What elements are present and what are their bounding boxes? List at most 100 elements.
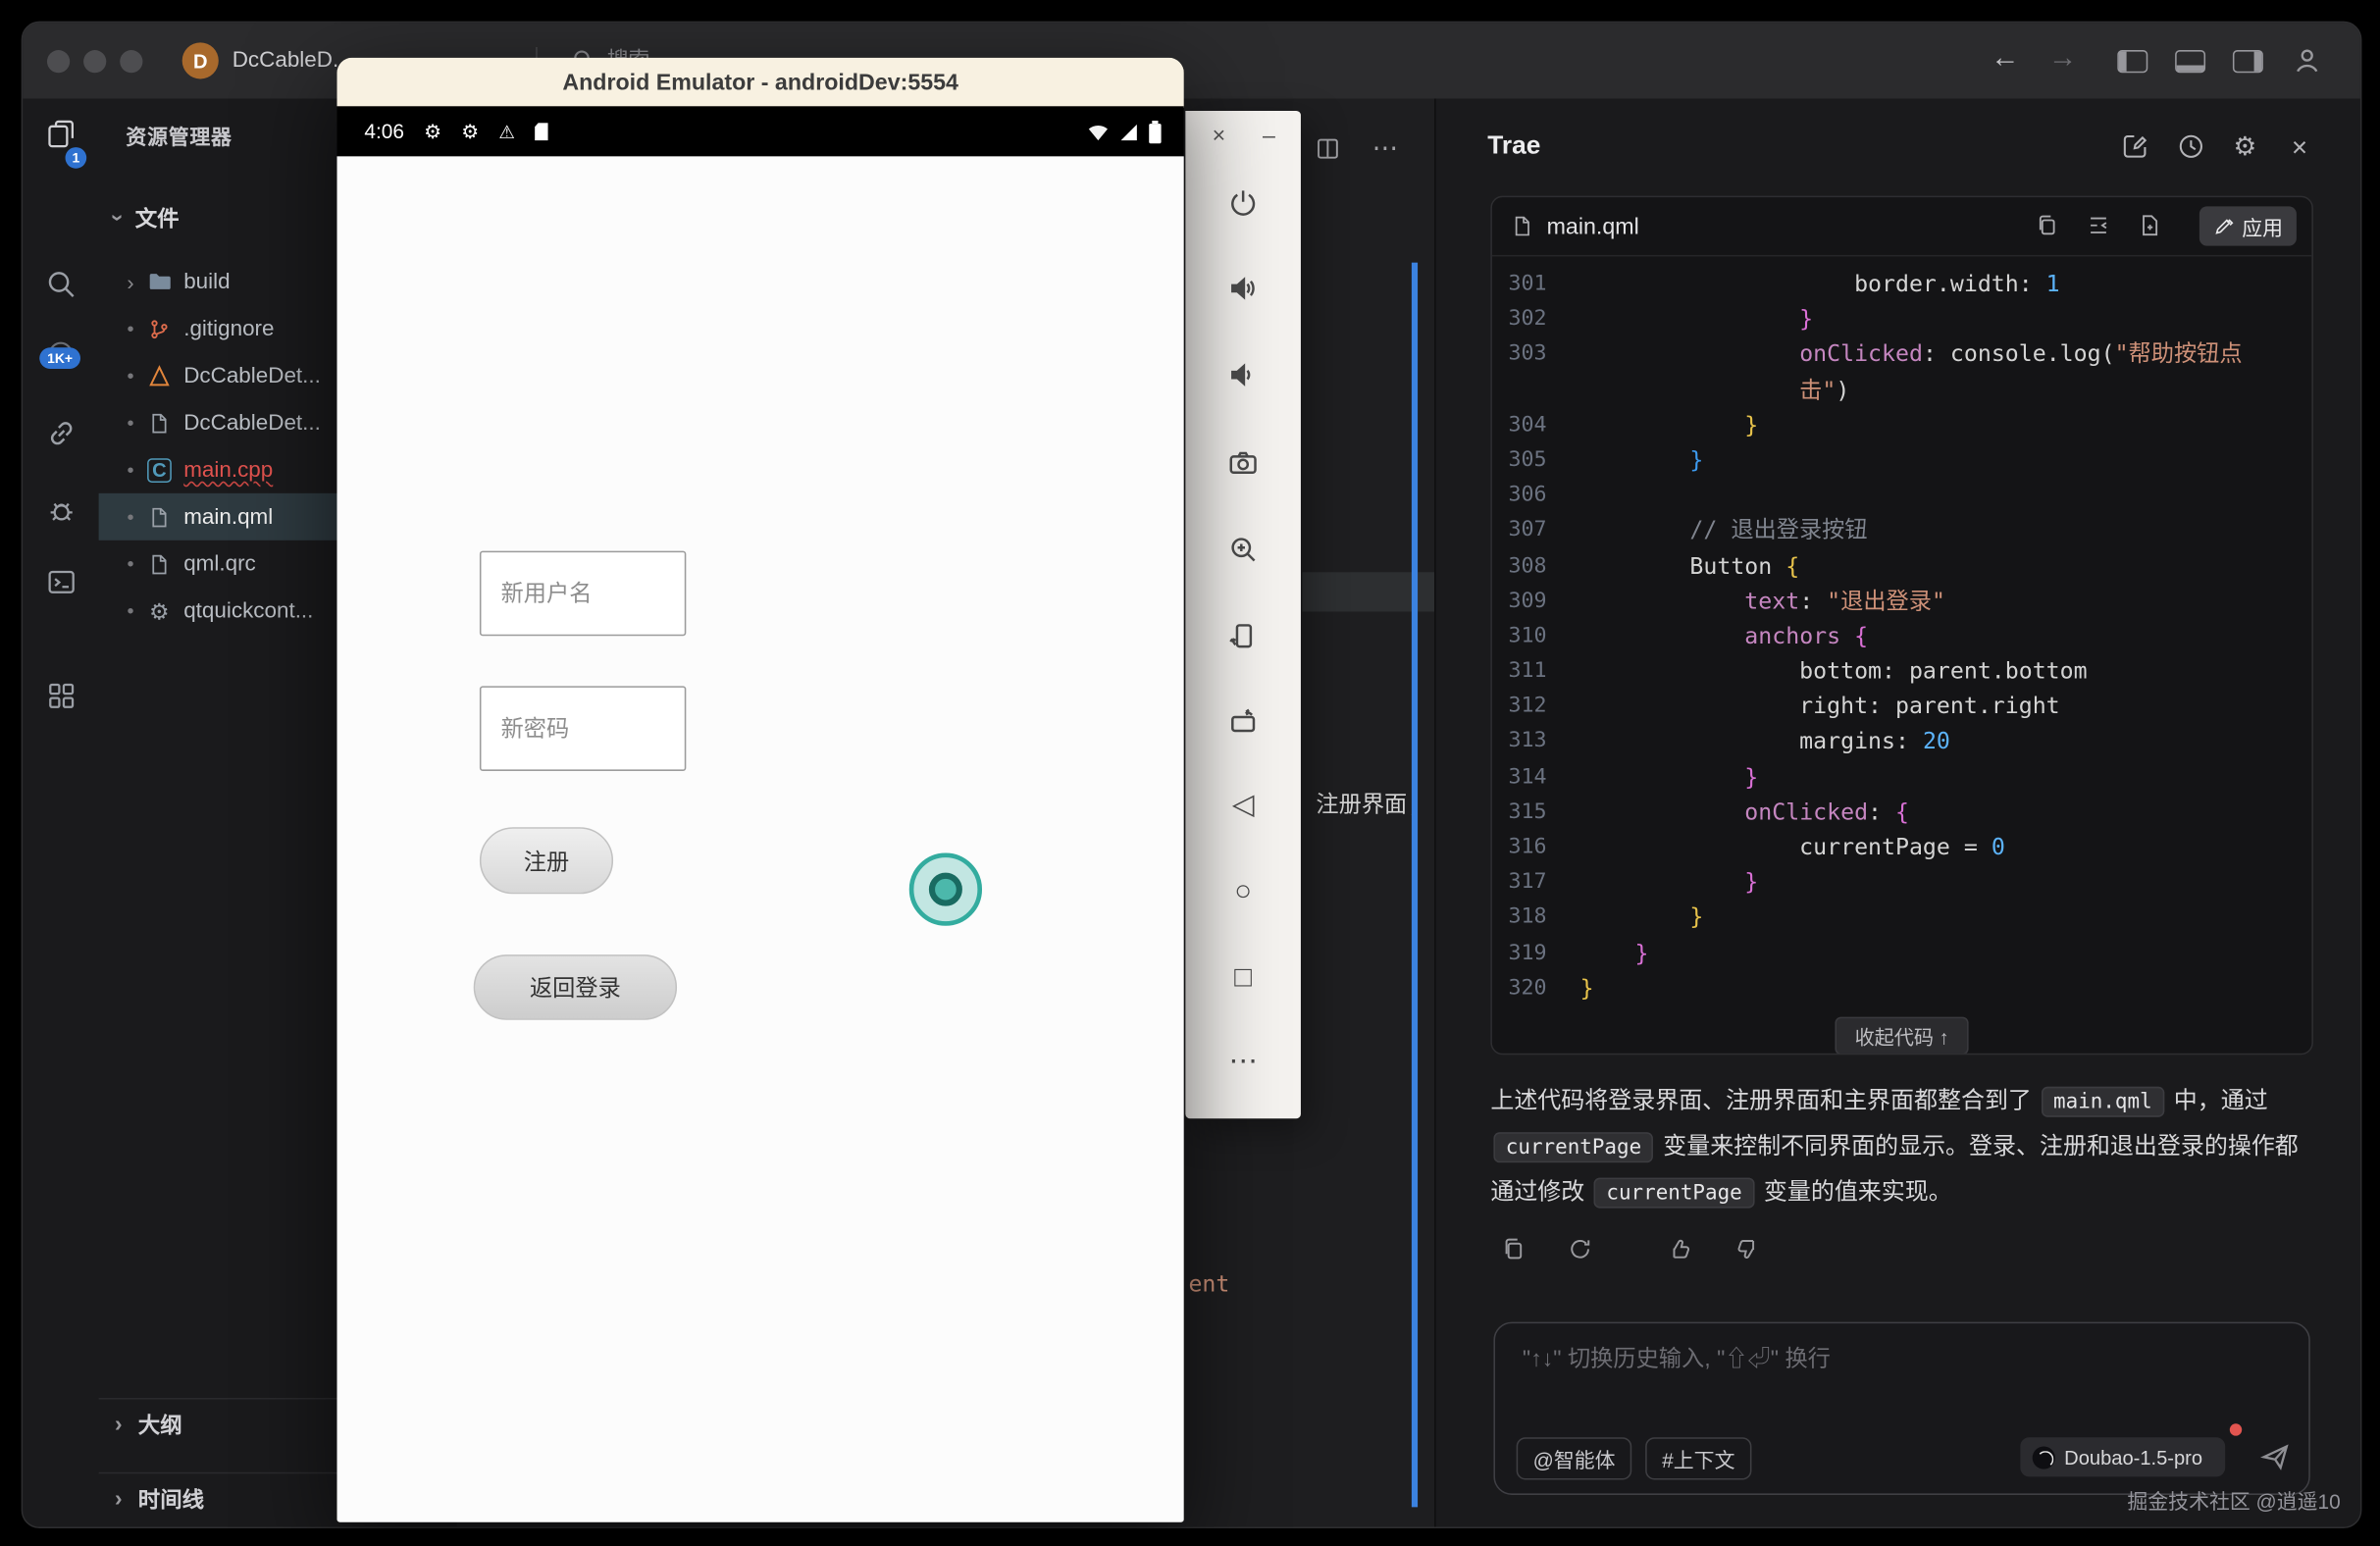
code-line: 311 bottom: parent.bottom bbox=[1492, 654, 2311, 690]
home-button[interactable]: ○ bbox=[1185, 876, 1301, 909]
extensions-activity-button[interactable] bbox=[23, 680, 98, 711]
search-activity-button[interactable] bbox=[23, 269, 98, 300]
new-password-input[interactable] bbox=[480, 686, 686, 771]
qml-file-icon bbox=[144, 503, 175, 531]
rotate-right-button[interactable] bbox=[1185, 705, 1301, 739]
inline-code-chip: main.qml bbox=[2042, 1087, 2164, 1117]
explanation-text: 中，通过 bbox=[2167, 1088, 2268, 1113]
settings-button[interactable]: ⚙ bbox=[2227, 132, 2263, 163]
volume-down-button[interactable] bbox=[1185, 358, 1301, 391]
window-minimize-button[interactable] bbox=[83, 50, 106, 73]
send-icon[interactable] bbox=[2260, 1442, 2291, 1472]
explanation-text: 上述代码将登录界面、注册界面和主界面都整合到了 bbox=[1490, 1088, 2038, 1113]
account-icon[interactable] bbox=[2292, 45, 2322, 76]
power-button[interactable] bbox=[1185, 186, 1301, 220]
code-line: 304 } bbox=[1492, 408, 2311, 443]
code-line: 318 } bbox=[1492, 901, 2311, 936]
copy-message-icon[interactable] bbox=[1500, 1235, 1527, 1263]
file-label: main.qml bbox=[183, 504, 273, 529]
editor-code-fragment: ent bbox=[1188, 1270, 1229, 1298]
context-chip[interactable]: #上下文 bbox=[1645, 1437, 1751, 1479]
editor-more-icon[interactable]: ⋯ bbox=[1372, 135, 1398, 163]
chat-input[interactable] bbox=[1520, 1323, 2254, 1393]
file-label: main.cpp bbox=[183, 457, 273, 482]
file-label: DcCableDet... bbox=[183, 364, 321, 388]
warning-status-icon: ⚠ bbox=[498, 121, 515, 142]
nav-back-button[interactable]: ← bbox=[1986, 23, 2025, 98]
assistant-explanation: 上述代码将登录界面、注册界面和主界面都整合到了 main.qml 中，通过 cu… bbox=[1490, 1079, 2313, 1215]
file-label: qtquickcont... bbox=[183, 598, 313, 623]
volume-up-button[interactable] bbox=[1185, 272, 1301, 305]
ai-activity-button[interactable]: 1K+ bbox=[23, 338, 98, 369]
explorer-badge: 1 bbox=[66, 147, 87, 169]
new-chat-button[interactable] bbox=[2116, 132, 2152, 161]
chevron-right-icon: › bbox=[117, 270, 144, 294]
close-panel-button[interactable]: × bbox=[2281, 132, 2317, 164]
overview-button[interactable]: □ bbox=[1185, 962, 1301, 996]
apply-code-button[interactable]: 应用 bbox=[2199, 206, 2297, 245]
emulator-minimize-button[interactable]: – bbox=[1251, 123, 1287, 148]
code-lines: 301 border.width: 1302 }303 onClicked: c… bbox=[1492, 267, 2311, 1005]
modified-dot-icon: • bbox=[117, 411, 144, 434]
new-username-input[interactable] bbox=[480, 551, 686, 637]
screenshot-button[interactable] bbox=[1185, 446, 1301, 480]
editor-actions: ⋯ bbox=[1315, 135, 1398, 163]
toggle-right-panel-icon[interactable] bbox=[2233, 50, 2263, 73]
code-line: 306 bbox=[1492, 479, 2311, 514]
code-line: 303 onClicked: console.log("帮助按钮点 bbox=[1492, 337, 2311, 373]
thumbs-up-icon[interactable] bbox=[1667, 1235, 1694, 1263]
model-selector[interactable]: Doubao-1.5-pro bbox=[2020, 1437, 2225, 1476]
nav-forward-button[interactable]: → bbox=[2044, 23, 2083, 98]
editor-scrollbar[interactable] bbox=[1412, 263, 1418, 1508]
touch-pointer-indicator bbox=[909, 853, 982, 926]
search-icon bbox=[45, 269, 77, 300]
app-logo: D bbox=[182, 42, 219, 78]
collapse-code-button[interactable]: 收起代码 ↑ bbox=[1835, 1017, 1968, 1056]
file-file-icon bbox=[144, 409, 175, 437]
copy-code-icon[interactable] bbox=[2034, 213, 2059, 238]
explorer-activity-button[interactable]: 1 bbox=[23, 119, 98, 150]
history-icon bbox=[2176, 132, 2204, 161]
toggle-left-panel-icon[interactable] bbox=[2117, 50, 2147, 73]
rotate-landscape-icon bbox=[1226, 705, 1260, 739]
chevron-down-icon: › bbox=[99, 204, 135, 230]
more-options-button[interactable]: ⋯ bbox=[1185, 1046, 1301, 1079]
new-file-icon[interactable] bbox=[2137, 213, 2162, 238]
back-to-login-button[interactable]: 返回登录 bbox=[474, 954, 677, 1020]
chevron-right-icon: › bbox=[99, 1411, 138, 1436]
toggle-bottom-panel-icon[interactable] bbox=[2175, 50, 2205, 73]
emulator-close-button[interactable]: × bbox=[1201, 123, 1237, 148]
code-line: 310 anchors { bbox=[1492, 619, 2311, 654]
code-block-card: main.qml 应用 301 border.width: 1302 }303 … bbox=[1490, 196, 2313, 1056]
model-name: Doubao-1.5-pro bbox=[2064, 1446, 2202, 1469]
window-close-button[interactable] bbox=[47, 50, 70, 73]
chat-composer[interactable]: @智能体 #上下文 Doubao-1.5-pro bbox=[1493, 1322, 2309, 1495]
debug-activity-button[interactable] bbox=[23, 493, 98, 525]
folder-file-icon bbox=[144, 268, 175, 295]
terminal-icon bbox=[45, 566, 77, 597]
rotate-left-button[interactable] bbox=[1185, 619, 1301, 652]
wifi-status-icon bbox=[1087, 123, 1110, 141]
volume-down-icon bbox=[1226, 358, 1260, 391]
timeline-label: 时间线 bbox=[138, 1482, 204, 1514]
back-button[interactable]: ◁ bbox=[1185, 790, 1301, 823]
zoom-button[interactable] bbox=[1185, 533, 1301, 566]
thumbs-down-icon[interactable] bbox=[1733, 1235, 1761, 1263]
regenerate-icon[interactable] bbox=[1567, 1235, 1594, 1263]
register-button[interactable]: 注册 bbox=[480, 827, 613, 894]
feedback-actions bbox=[1667, 1235, 1761, 1263]
terminal-activity-button[interactable] bbox=[23, 566, 98, 597]
insert-code-icon[interactable] bbox=[2086, 213, 2111, 238]
split-editor-icon[interactable] bbox=[1315, 135, 1342, 163]
watermark: 掘金技术社区 @逍遥10 bbox=[2127, 1484, 2340, 1515]
file-label: DcCableDet... bbox=[183, 411, 321, 436]
references-activity-button[interactable] bbox=[23, 417, 98, 448]
power-icon bbox=[1226, 186, 1260, 220]
emulator-titlebar[interactable]: Android Emulator - androidDev:5554 bbox=[336, 58, 1183, 108]
modified-dot-icon: • bbox=[117, 317, 144, 339]
code-line: 313 margins: 20 bbox=[1492, 725, 2311, 760]
window-zoom-button[interactable] bbox=[120, 50, 142, 73]
agent-chip[interactable]: @智能体 bbox=[1517, 1437, 1632, 1479]
history-button[interactable] bbox=[2172, 132, 2208, 161]
modified-dot-icon: • bbox=[117, 552, 144, 575]
